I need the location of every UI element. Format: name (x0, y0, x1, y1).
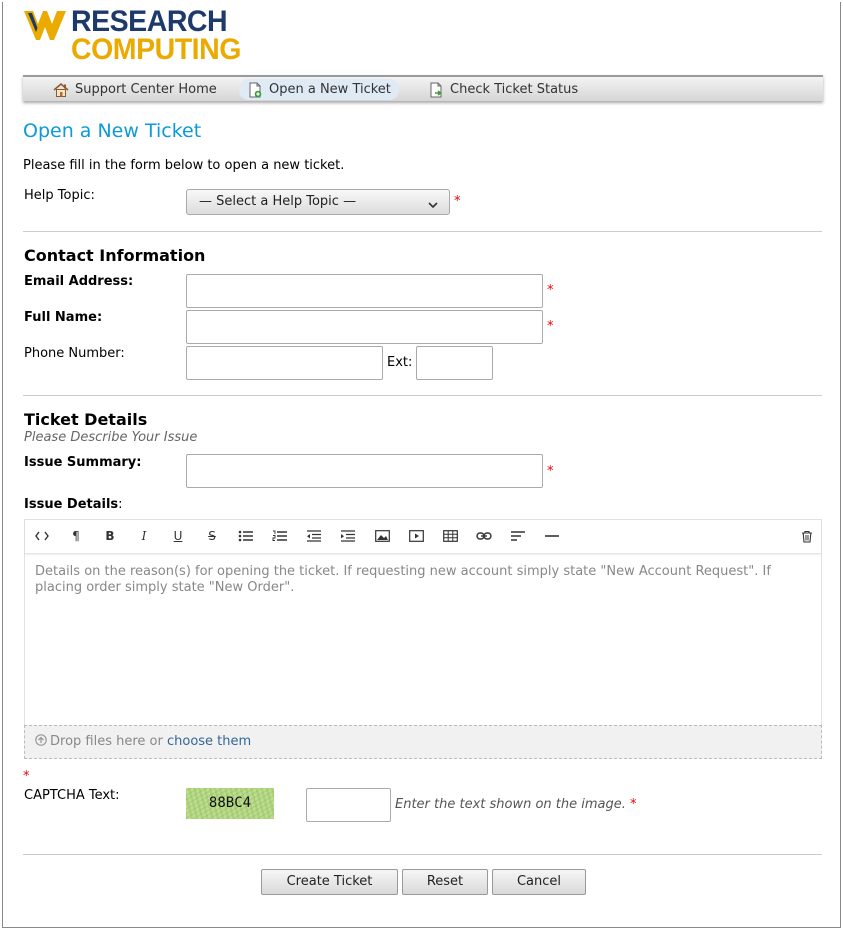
nav-label: Check Ticket Status (450, 82, 579, 97)
email-label: Email Address: (24, 274, 134, 289)
nav-check-ticket-status[interactable]: Check Ticket Status (420, 79, 586, 100)
align-icon[interactable] (509, 528, 527, 544)
issue-details-label: Issue Details (24, 497, 119, 512)
paragraph-icon[interactable]: ¶ (67, 528, 85, 544)
underline-icon[interactable]: U (169, 528, 187, 544)
ticket-status-icon (428, 82, 444, 98)
horizontal-rule-icon[interactable] (543, 528, 561, 544)
dropzone-text: Drop files here or (50, 734, 163, 749)
help-topic-label: Help Topic: (24, 188, 95, 203)
create-ticket-button[interactable]: Create Ticket (261, 869, 398, 895)
strikethrough-icon[interactable]: S (203, 528, 221, 544)
email-field[interactable] (186, 274, 543, 308)
chevron-down-icon (427, 196, 439, 220)
image-icon[interactable] (373, 528, 391, 544)
required-marker: * (547, 464, 554, 479)
rich-text-editor: ¶ B I U S Details on the reason(s) for o… (24, 519, 822, 726)
nav-support-center-home[interactable]: Support Center Home (45, 79, 225, 100)
nav-open-new-ticket[interactable]: Open a New Ticket (239, 79, 399, 100)
nav-label: Open a New Ticket (269, 82, 391, 97)
research-computing-logo[interactable]: RESEARCH COMPUTING (24, 6, 264, 68)
divider (23, 854, 822, 855)
bold-icon[interactable]: B (101, 528, 119, 544)
phone-label: Phone Number: (24, 346, 125, 361)
captcha-label: CAPTCHA Text: (24, 788, 120, 803)
nav-label: Support Center Home (75, 82, 217, 97)
logo-text-computing: COMPUTING (71, 33, 241, 66)
upload-icon (35, 727, 47, 759)
help-topic-select[interactable]: — Select a Help Topic — (186, 189, 450, 215)
table-icon[interactable] (441, 528, 459, 544)
issue-details-label-wrap: Issue Details: (24, 497, 123, 512)
issue-summary-label: Issue Summary: (24, 455, 142, 470)
contact-info-heading: Contact Information (24, 246, 206, 265)
link-icon[interactable] (475, 528, 493, 544)
video-icon[interactable] (407, 528, 425, 544)
required-marker: * (23, 769, 30, 784)
issue-details-editor[interactable]: Details on the reason(s) for opening the… (35, 564, 795, 596)
captcha-input[interactable] (306, 788, 391, 822)
trash-icon[interactable] (798, 528, 816, 544)
file-dropzone[interactable]: Drop files here or choose them (24, 725, 822, 759)
issue-summary-field[interactable] (186, 454, 543, 488)
italic-icon[interactable]: I (135, 528, 153, 544)
indent-icon[interactable] (339, 528, 357, 544)
numbered-list-icon[interactable] (271, 528, 289, 544)
full-name-label: Full Name: (24, 310, 103, 325)
outdent-icon[interactable] (305, 528, 323, 544)
ext-field[interactable] (416, 346, 493, 380)
issue-details-colon: : (118, 497, 123, 512)
required-marker: * (547, 283, 554, 298)
divider (23, 231, 822, 232)
divider (23, 395, 822, 396)
intro-text: Please fill in the form below to open a … (23, 158, 345, 173)
required-marker: * (630, 797, 637, 812)
required-marker: * (454, 194, 461, 209)
page-title: Open a New Ticket (23, 120, 202, 142)
captcha-hint: Enter the text shown on the image. * (395, 797, 637, 812)
new-ticket-icon (247, 82, 263, 98)
home-icon (53, 82, 69, 98)
ticket-details-subheading: Please Describe Your Issue (24, 430, 198, 445)
full-name-field[interactable] (186, 310, 543, 344)
captcha-image: 88BC4 (186, 788, 274, 819)
phone-field[interactable] (186, 346, 383, 380)
required-marker: * (547, 319, 554, 334)
ext-label: Ext: (387, 355, 413, 370)
reset-button[interactable]: Reset (402, 869, 488, 895)
main-nav: Support Center Home Open a New Ticket Ch… (23, 75, 823, 101)
wv-logo-icon (24, 11, 66, 40)
captcha-hint-text: Enter the text shown on the image. (395, 797, 626, 812)
choose-files-link[interactable]: choose them (167, 734, 251, 749)
help-topic-selected: — Select a Help Topic — (199, 194, 357, 209)
bullet-list-icon[interactable] (237, 528, 255, 544)
ticket-details-heading: Ticket Details (24, 410, 148, 429)
cancel-button[interactable]: Cancel (492, 869, 586, 895)
code-view-icon[interactable] (33, 528, 51, 544)
editor-toolbar: ¶ B I U S (25, 520, 821, 554)
